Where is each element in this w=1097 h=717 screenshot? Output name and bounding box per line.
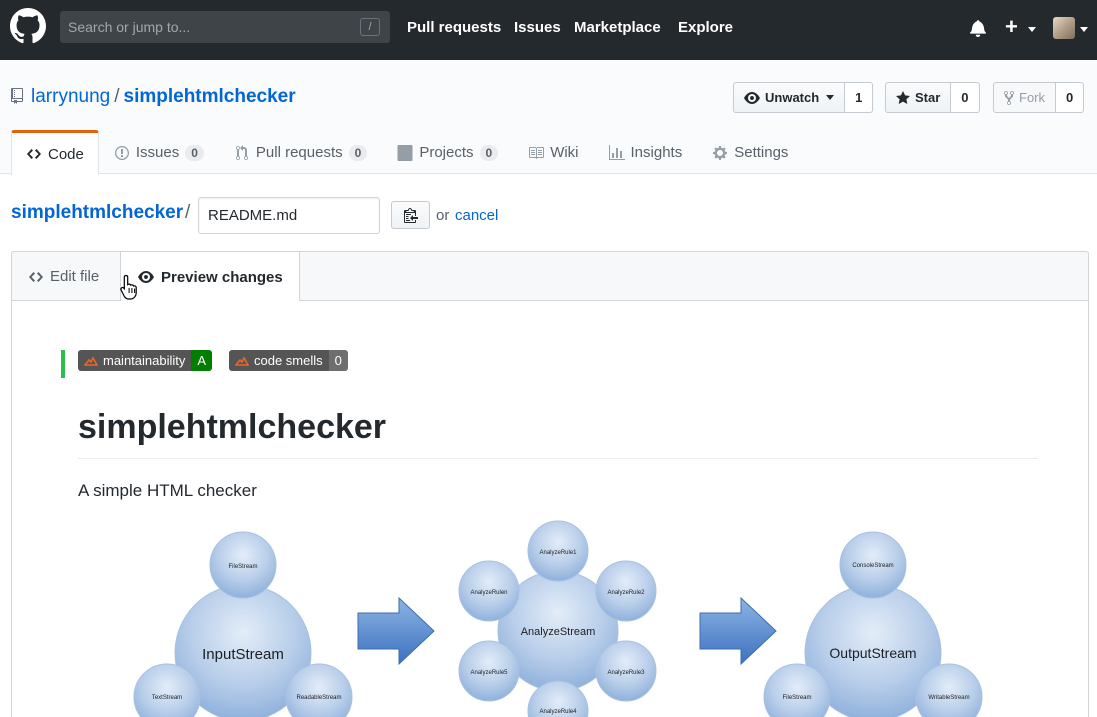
analyze-stream-label: AnalyzeStream (521, 626, 596, 638)
flow-arrow-icon (357, 596, 435, 666)
input-stream-label: InputStream (202, 646, 284, 663)
readable-stream-label: ReadableStream (296, 695, 341, 701)
analyze-stream-group: AnalyzeStream AnalyzeRule1 AnalyzeRule2 … (458, 520, 657, 717)
analyze-rule-1-label: AnalyzeRule1 (539, 550, 577, 556)
analyze-rule-5-label: AnalyzeRule5 (470, 670, 508, 676)
analyze-rule-4-label: AnalyzeRule4 (539, 709, 577, 715)
output-stream-group: OutputStream ConsoleStream FileStream Wr… (763, 531, 983, 717)
analyze-rule-3-label: AnalyzeRule3 (607, 670, 645, 676)
analyze-rule-n-label: AnalyzeRulen (470, 590, 507, 596)
console-stream-label: ConsoleStream (852, 563, 893, 569)
text-stream-label: TextStream (152, 695, 182, 701)
input-stream-group: InputStream FileStream TextStream Readab… (133, 531, 353, 717)
file-stream-label: FileStream (228, 564, 257, 570)
writable-stream-label: WritableStream (928, 695, 969, 701)
analyze-rule-2-label: AnalyzeRule2 (607, 590, 645, 596)
architecture-diagram: InputStream FileStream TextStream Readab… (133, 520, 983, 717)
output-file-stream-label: FileStream (782, 695, 811, 701)
flow-arrow-icon (699, 596, 777, 666)
output-stream-label: OutputStream (829, 645, 916, 661)
